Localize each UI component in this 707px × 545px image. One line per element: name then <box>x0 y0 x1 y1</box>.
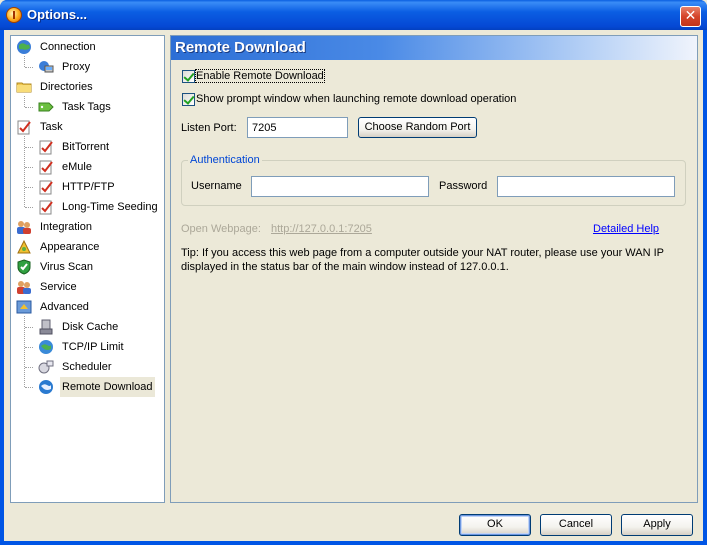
tree-connector <box>25 367 33 368</box>
apply-button[interactable]: Apply <box>621 514 693 536</box>
title-bar[interactable]: Options... ✕ <box>0 0 707 30</box>
app-logo-icon <box>6 7 22 23</box>
client-area: Connection Proxy Directories Task Tags T… <box>4 30 703 541</box>
task-clipboard-icon <box>39 160 53 175</box>
choose-random-port-button[interactable]: Choose Random Port <box>358 117 477 138</box>
task-clipboard-icon <box>39 140 53 155</box>
tree-connector <box>25 387 33 388</box>
tree-connector <box>25 347 33 348</box>
show-prompt-label[interactable]: Show prompt window when launching remote… <box>196 93 516 105</box>
task-clipboard-icon <box>39 200 53 215</box>
listen-port-label: Listen Port: <box>181 122 237 134</box>
tag-icon <box>38 102 54 112</box>
shield-icon <box>17 259 31 275</box>
tree-connector <box>25 167 33 168</box>
tree-connector <box>25 67 33 68</box>
proxy-computer-icon <box>39 61 54 73</box>
globe-icon <box>39 380 53 394</box>
close-button[interactable]: ✕ <box>680 6 701 27</box>
password-input[interactable] <box>497 176 675 197</box>
tree-connector <box>25 327 33 328</box>
tree-connector <box>25 187 33 188</box>
panel-title: Remote Download <box>175 39 306 56</box>
task-clipboard-icon <box>39 180 53 195</box>
tip-text: Tip: If you access this web page from a … <box>181 247 664 273</box>
tree-connector <box>25 207 33 208</box>
close-icon: ✕ <box>684 8 697 24</box>
authentication-title: Authentication <box>188 154 262 166</box>
enable-remote-download-checkbox[interactable] <box>182 70 195 83</box>
appearance-brush-icon <box>17 239 31 254</box>
tree-connector <box>24 96 25 107</box>
remote-download-panel: Remote Download Enable Remote Download S… <box>170 35 698 503</box>
detailed-help-link[interactable]: Detailed Help <box>593 223 659 235</box>
globe-network-icon <box>17 40 31 54</box>
options-tree[interactable]: Connection Proxy Directories Task Tags T… <box>10 35 165 503</box>
cancel-button[interactable]: Cancel <box>540 514 612 536</box>
enable-remote-download-label[interactable]: Enable Remote Download <box>195 69 325 83</box>
folder-icon <box>16 82 32 93</box>
panel-header: Remote Download <box>171 36 697 60</box>
ok-button[interactable]: OK <box>459 514 531 536</box>
show-prompt-checkbox[interactable] <box>182 93 195 106</box>
tree-connector <box>24 56 25 67</box>
tree-connector <box>25 107 33 108</box>
username-input[interactable] <box>251 176 429 197</box>
listen-port-input[interactable] <box>247 117 348 138</box>
window-title: Options... <box>27 7 87 22</box>
users-group-icon <box>17 221 31 234</box>
open-webpage-label: Open Webpage: <box>181 223 261 235</box>
password-label: Password <box>439 180 488 192</box>
tree-connector <box>25 147 33 148</box>
users-group-icon <box>17 281 31 294</box>
username-label: Username <box>191 180 242 192</box>
advanced-settings-icon <box>16 300 32 314</box>
options-window: Options... ✕ Connection Proxy Directorie… <box>0 0 707 545</box>
scheduler-icon <box>38 360 54 374</box>
open-webpage-link[interactable]: http://127.0.0.1:7205 <box>271 223 372 235</box>
globe-icon <box>39 340 53 354</box>
disk-drive-icon <box>39 319 53 335</box>
task-clipboard-icon <box>17 120 31 135</box>
